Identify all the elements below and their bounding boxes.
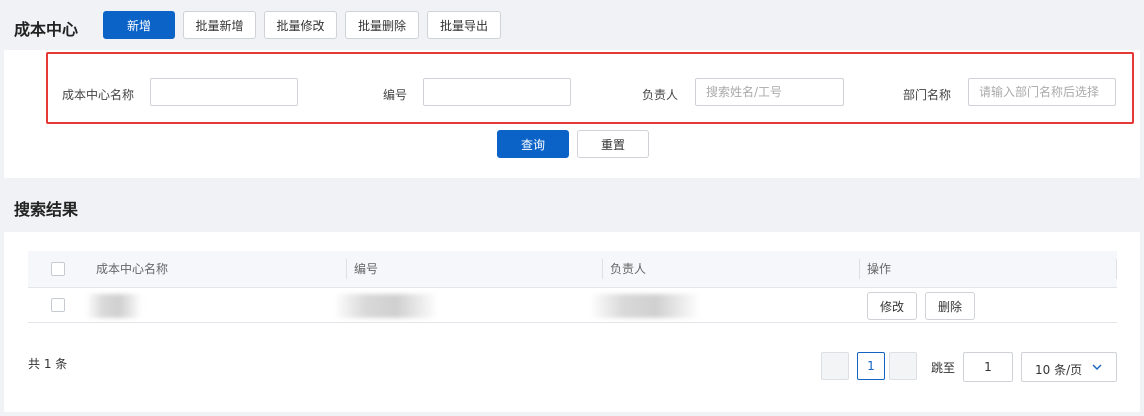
delete-row-button[interactable]: 删除	[925, 292, 975, 320]
results-title: 搜索结果	[14, 200, 79, 219]
batch-add-button[interactable]: 批量新增	[183, 11, 256, 39]
row-checkbox[interactable]	[51, 298, 65, 312]
table-header: 成本中心名称 编号 负责人 操作	[28, 251, 1117, 287]
redacted-owner-cell	[590, 294, 700, 318]
prev-page-button[interactable]	[821, 352, 849, 380]
select-all-checkbox[interactable]	[51, 262, 65, 276]
dept-name-label: 部门名称	[903, 88, 952, 102]
code-label: 编号	[383, 88, 408, 102]
redacted-code-cell	[334, 294, 438, 318]
page-number-current[interactable]: 1	[857, 352, 885, 380]
column-divider	[346, 259, 347, 279]
query-button[interactable]: 查询	[497, 130, 569, 158]
page-header: 成本中心 新增 批量新增 批量修改 批量删除 批量导出	[0, 0, 1144, 50]
jump-label: 跳至	[931, 361, 956, 375]
jump-page-input[interactable]	[963, 352, 1013, 382]
batch-export-button[interactable]: 批量导出	[427, 11, 501, 39]
owner-search-input[interactable]	[695, 78, 844, 106]
table-row: 修改 删除	[28, 287, 1117, 323]
chevron-down-icon	[1092, 364, 1102, 370]
owner-label: 负责人	[642, 88, 679, 102]
batch-edit-button[interactable]: 批量修改	[264, 11, 337, 39]
redacted-name-cell	[86, 294, 142, 318]
batch-delete-button[interactable]: 批量删除	[345, 11, 419, 39]
column-header-name: 成本中心名称	[96, 262, 169, 276]
page-size-value: 10 条/页	[1035, 363, 1083, 377]
cost-center-name-input[interactable]	[150, 78, 298, 106]
reset-button[interactable]: 重置	[577, 130, 649, 158]
next-page-button[interactable]	[889, 352, 917, 380]
code-input[interactable]	[423, 78, 571, 106]
add-button[interactable]: 新增	[103, 11, 175, 39]
column-divider	[859, 259, 860, 279]
column-header-code: 编号	[354, 262, 379, 276]
page-size-select[interactable]: 10 条/页	[1021, 352, 1117, 382]
page-title: 成本中心	[14, 20, 79, 39]
total-count: 共 1 条	[28, 357, 68, 371]
column-divider	[1116, 259, 1117, 279]
column-header-owner: 负责人	[610, 262, 647, 276]
cost-center-name-label: 成本中心名称	[62, 88, 135, 102]
edit-row-button[interactable]: 修改	[867, 292, 917, 320]
column-header-actions: 操作	[867, 262, 892, 276]
column-divider	[602, 259, 603, 279]
dept-name-input[interactable]	[968, 78, 1116, 106]
